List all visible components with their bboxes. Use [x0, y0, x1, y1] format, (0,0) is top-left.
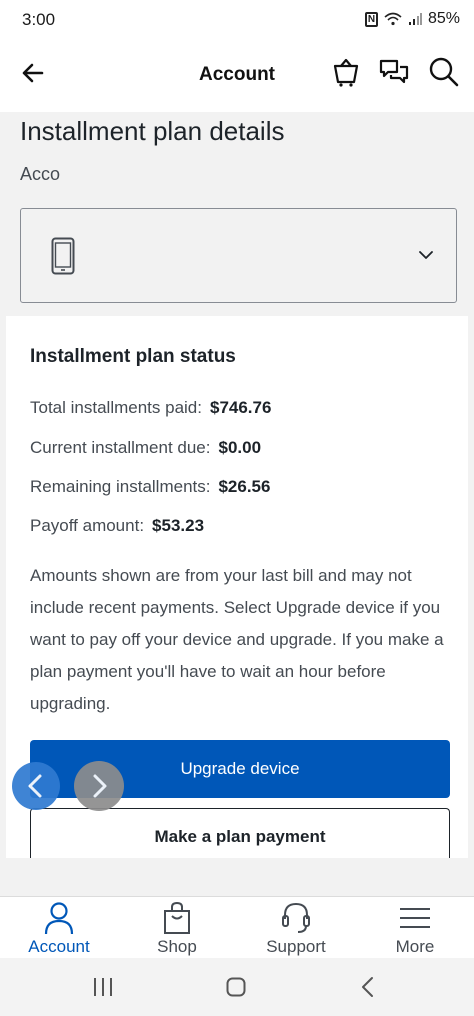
chevron-down-icon — [419, 251, 433, 259]
next-page-button[interactable] — [74, 761, 124, 811]
current-due-row: Current installment due: $0.00 — [30, 438, 261, 458]
payoff-row: Payoff amount: $53.23 — [30, 516, 204, 536]
chevron-left-icon — [28, 774, 42, 798]
row-label: Remaining installments: — [30, 477, 211, 496]
row-label: Total installments paid: — [30, 398, 202, 417]
signal-icon — [408, 13, 422, 25]
plan-details-header: Installment plan details Acco — [0, 112, 474, 316]
status-icons: N 85% — [364, 10, 460, 28]
payment-note: Amounts shown are from your last bill an… — [30, 566, 444, 713]
tab-account[interactable]: Account — [0, 897, 118, 959]
remaining-row: Remaining installments: $26.56 — [30, 477, 270, 497]
previous-page-button[interactable] — [12, 762, 60, 810]
back-icon[interactable] — [360, 976, 376, 998]
make-plan-payment-button[interactable]: Make a plan payment — [30, 808, 450, 858]
app-header: Account — [0, 40, 474, 112]
person-icon — [44, 902, 74, 935]
tab-shop[interactable]: Shop — [118, 897, 236, 959]
status-heading: Installment plan status — [30, 346, 236, 367]
battery-level: 85% — [427, 10, 460, 27]
tab-label: Account — [28, 937, 90, 956]
tab-label: More — [395, 937, 435, 956]
tab-label: Support — [266, 937, 326, 956]
home-icon[interactable] — [226, 977, 246, 997]
row-value: $26.56 — [218, 477, 271, 496]
tab-label: Shop — [157, 937, 197, 956]
nfc-icon: N — [364, 11, 378, 27]
row-value: $0.00 — [218, 438, 262, 457]
row-label: Payoff amount: — [30, 516, 145, 535]
recent-apps-icon[interactable] — [92, 977, 114, 997]
chat-icon[interactable] — [378, 56, 410, 88]
device-select[interactable] — [20, 208, 457, 303]
search-icon[interactable] — [428, 56, 460, 88]
content-area: Installment plan status Total installmen… — [0, 316, 474, 896]
chevron-right-icon — [93, 774, 107, 798]
tab-support[interactable]: Support — [237, 897, 355, 959]
cart-icon[interactable] — [330, 56, 362, 88]
headset-icon — [282, 902, 310, 933]
total-paid-row: Total installments paid: $746.76 — [30, 398, 271, 418]
system-navigation-bar — [0, 958, 474, 1016]
wifi-icon — [384, 12, 402, 26]
tab-more[interactable]: More — [356, 897, 474, 959]
phone-icon — [51, 237, 75, 275]
menu-icon — [400, 908, 430, 928]
shopping-bag-icon — [164, 901, 190, 934]
account-label: Acco — [20, 164, 61, 184]
page-title: Installment plan details — [20, 116, 285, 146]
status-time: 3:00 — [22, 10, 56, 29]
bottom-tab-bar: Account Shop Support More — [0, 896, 474, 958]
row-value: $53.23 — [152, 516, 205, 535]
row-value: $746.76 — [209, 398, 272, 417]
row-label: Current installment due: — [30, 438, 211, 457]
status-bar: 3:00 N 85% — [0, 0, 474, 40]
